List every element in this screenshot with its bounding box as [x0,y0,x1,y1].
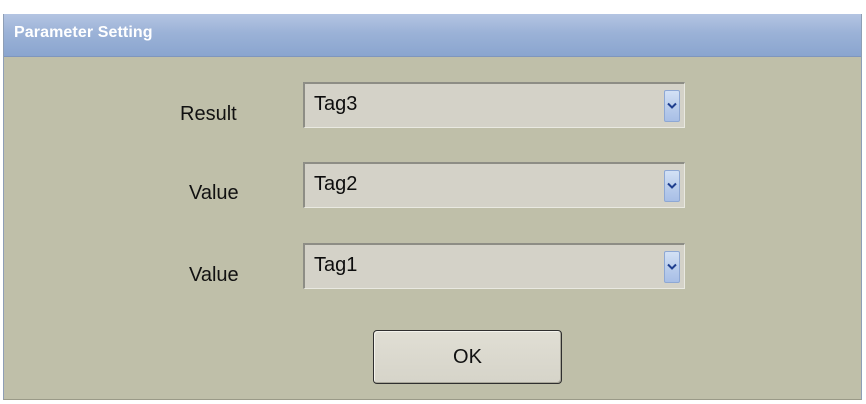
value-dropdown-2[interactable]: Tag1 [303,243,685,289]
dropdown-selected-value: Tag1 [314,254,358,276]
field-label-value-1: Value [189,182,239,204]
field-label-value-2: Value [189,264,239,286]
dropdown-selected-value: Tag3 [314,93,358,115]
title-bar[interactable]: Parameter Setting [4,14,861,57]
parameter-setting-dialog: Parameter Setting Result Tag3 Value Tag2… [3,14,862,400]
value-dropdown-1[interactable]: Tag2 [303,162,685,208]
chevron-down-icon [667,102,677,110]
dropdown-button[interactable] [664,90,680,122]
result-dropdown[interactable]: Tag3 [303,82,685,128]
field-label-result: Result [180,103,237,125]
ok-button[interactable]: OK [373,330,562,384]
chevron-down-icon [667,182,677,190]
window-title: Parameter Setting [14,24,153,41]
chevron-down-icon [667,263,677,271]
dropdown-selected-value: Tag2 [314,173,358,195]
ok-button-label: OK [453,346,482,368]
dropdown-button[interactable] [664,251,680,283]
dropdown-button[interactable] [664,170,680,202]
